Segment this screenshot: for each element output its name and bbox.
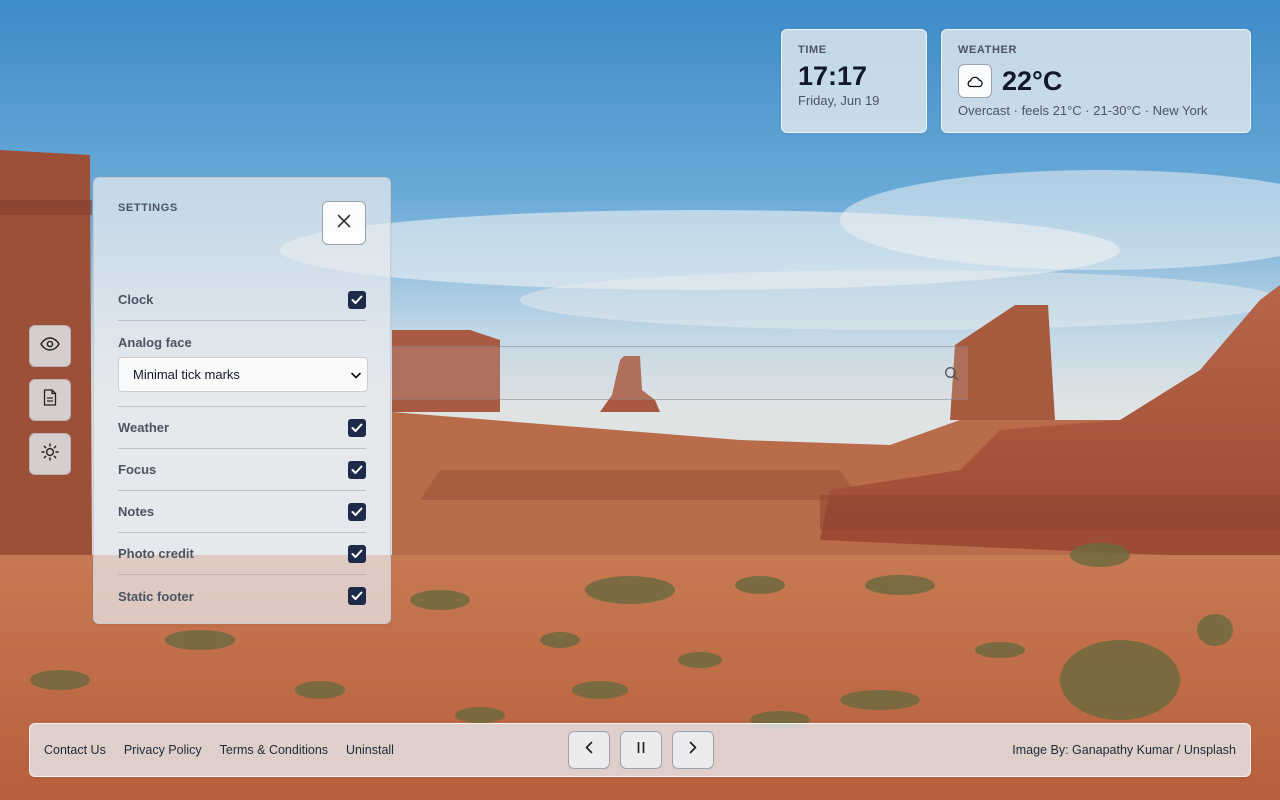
setting-label: Notes <box>118 504 155 519</box>
setting-row-photo-credit: Photo credit <box>118 533 366 575</box>
contact-us-link[interactable]: Contact Us <box>44 743 106 757</box>
pause-button[interactable] <box>620 731 662 769</box>
weather-temperature: 22°C <box>1002 65 1063 96</box>
search-bar[interactable] <box>392 346 968 400</box>
chevron-right-icon <box>689 741 697 759</box>
toggle-visibility-button[interactable] <box>29 325 71 367</box>
analog-face-value: Minimal tick marks <box>133 367 240 382</box>
search-icon[interactable] <box>944 366 960 387</box>
static-footer-checkbox[interactable] <box>348 587 366 605</box>
clock-date: Friday, Jun 19 <box>798 93 880 109</box>
weather-widget: WEATHER 22°C Overcast · feels 21°C · 21-… <box>941 29 1251 133</box>
pause-icon <box>636 741 646 759</box>
cloud-icon <box>958 64 992 98</box>
clock-checkbox[interactable] <box>348 290 366 309</box>
close-settings-button[interactable] <box>322 201 366 245</box>
photo-credit[interactable]: Image By: Ganapathy Kumar / Unsplash <box>1012 743 1236 757</box>
setting-row-weather: Weather <box>118 407 366 449</box>
eye-icon <box>40 336 60 356</box>
weather-detail: Overcast · feels 21°C · 21-30°C · New Yo… <box>958 103 1208 118</box>
notes-button[interactable] <box>29 379 71 421</box>
footer-links: Contact Us Privacy Policy Terms & Condit… <box>44 743 444 757</box>
terms-link[interactable]: Terms & Conditions <box>220 743 328 757</box>
sun-icon <box>41 442 59 466</box>
setting-row-notes: Notes <box>118 491 366 533</box>
analog-face-select[interactable]: Minimal tick marks <box>118 357 368 392</box>
setting-label: Static footer <box>118 588 194 604</box>
slideshow-controls <box>568 731 714 769</box>
setting-row-clock: Clock <box>118 279 366 321</box>
setting-label: Clock <box>118 292 154 307</box>
setting-label: Focus <box>118 462 157 477</box>
previous-image-button[interactable] <box>568 731 610 769</box>
focus-checkbox[interactable] <box>348 460 366 479</box>
setting-label: Weather <box>118 420 170 435</box>
setting-label: Photo credit <box>118 546 194 561</box>
setting-row-focus: Focus <box>118 449 366 491</box>
analog-face-setting: Analog face Minimal tick marks <box>118 321 368 407</box>
theme-button[interactable] <box>29 433 71 475</box>
time-label: TIME <box>798 44 827 56</box>
analog-face-label: Analog face <box>118 335 192 350</box>
document-icon <box>43 389 57 411</box>
settings-panel: SETTINGS Clock Analog face Minimal tick … <box>93 177 391 624</box>
chevron-left-icon <box>585 741 593 759</box>
setting-row-static-footer: Static footer <box>118 575 366 617</box>
close-icon <box>337 214 351 233</box>
privacy-policy-link[interactable]: Privacy Policy <box>124 743 202 757</box>
time-widget: TIME 17:17 Friday, Jun 19 <box>781 29 927 133</box>
photo-credit-checkbox[interactable] <box>348 544 366 563</box>
clock-time: 17:17 <box>798 61 868 91</box>
weather-label: WEATHER <box>958 44 1017 56</box>
weather-checkbox[interactable] <box>348 418 366 437</box>
chevron-down-icon <box>351 367 361 382</box>
uninstall-link[interactable]: Uninstall <box>346 743 394 757</box>
next-image-button[interactable] <box>672 731 714 769</box>
notes-checkbox[interactable] <box>348 502 366 521</box>
footer-bar: Contact Us Privacy Policy Terms & Condit… <box>29 723 1251 777</box>
